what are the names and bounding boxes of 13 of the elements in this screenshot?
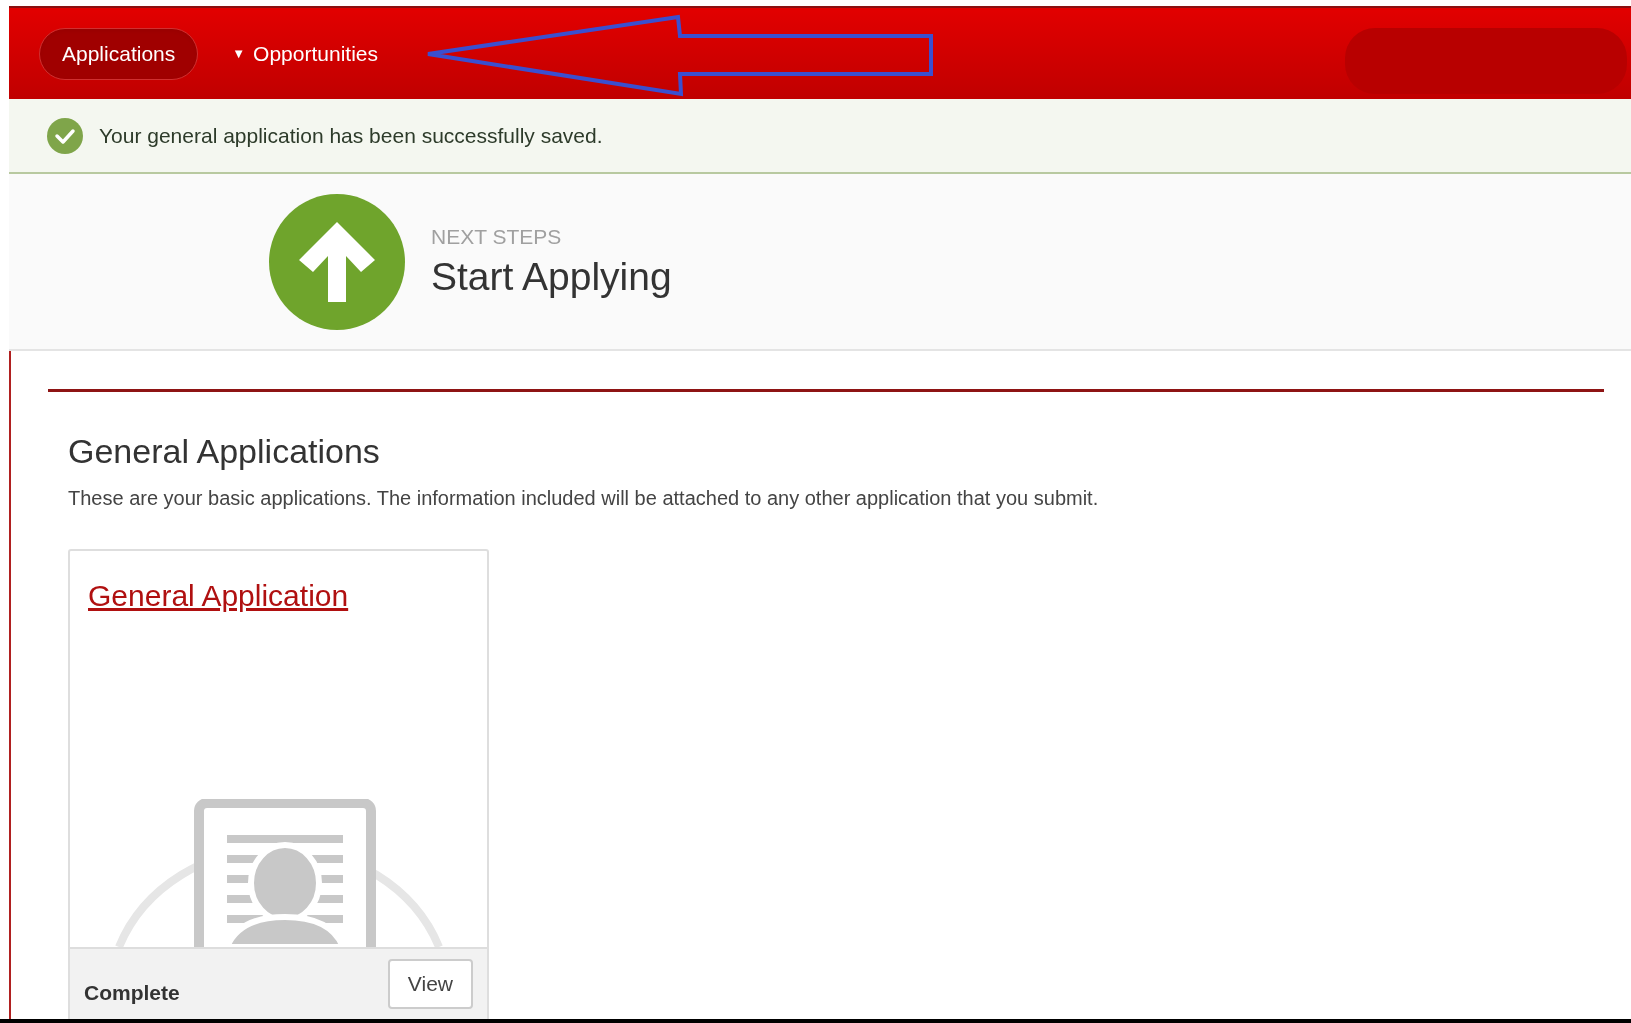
tab-label: Opportunities bbox=[253, 40, 378, 67]
caret-icon: ▼ bbox=[232, 43, 246, 64]
hero-title: Start Applying bbox=[431, 253, 672, 300]
eyebrow-label: NEXT STEPS bbox=[431, 224, 563, 251]
view-button[interactable]: View bbox=[387, 959, 473, 1009]
checkmark-icon bbox=[47, 117, 83, 154]
section-description: These are your basic applications. The information included will be attached to any other application that you submit. bbox=[68, 486, 1100, 511]
nav-tab[interactable]: Applications bbox=[39, 27, 199, 80]
card-title-link[interactable]: General Application bbox=[88, 579, 349, 612]
nav-tab[interactable]: ▼ Opportunities bbox=[226, 27, 384, 80]
section-title: General Applications bbox=[68, 431, 381, 472]
alert-message: Your general application has been successfully saved. bbox=[99, 122, 603, 149]
status-label: Complete bbox=[84, 980, 180, 1006]
